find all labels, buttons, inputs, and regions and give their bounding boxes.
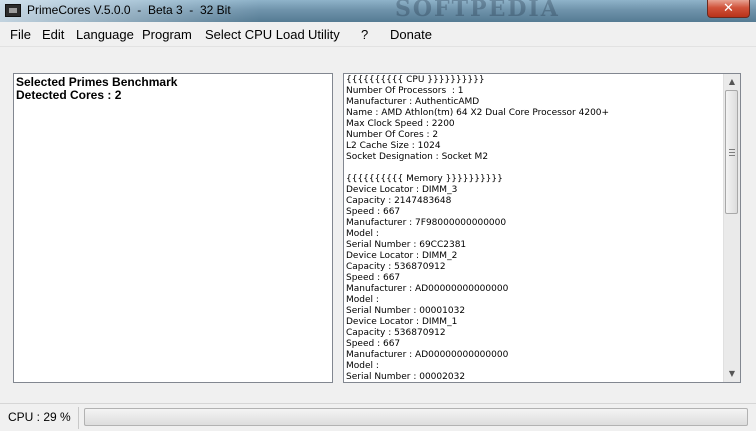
log-line: Speed : 667 <box>346 339 401 349</box>
scroll-down-arrow-icon[interactable]: ▼ <box>724 366 740 382</box>
benchmark-info-panel[interactable]: Selected Primes Benchmark Detected Cores… <box>13 73 333 383</box>
status-bar: CPU : 29 % <box>0 403 756 431</box>
log-line: Number Of Cores : 2 <box>346 130 439 140</box>
log-line: Device Locator : DIMM_3 <box>346 185 458 195</box>
log-line: Model : <box>346 361 379 371</box>
cpu-progress-bar <box>84 408 748 426</box>
log-line: Serial Number : 00002032 <box>346 372 466 382</box>
log-line: Device Locator : DIMM_2 <box>346 251 458 261</box>
scroll-up-arrow-icon[interactable]: ▲ <box>724 74 740 90</box>
menu-utility[interactable]: Utility <box>308 27 340 42</box>
log-line: Number Of Processors : 1 <box>346 86 464 96</box>
close-button[interactable]: ✕ <box>707 0 750 18</box>
log-line: Capacity : 2147483648 <box>346 196 452 206</box>
system-info-text: {{{{{{{{{{ CPU }}}}}}}}}} Number Of Proc… <box>346 75 724 382</box>
window-title: PrimeCores V.5.0.0 - Beta 3 - 32 Bit <box>27 3 231 17</box>
log-line: L2 Cache Size : 1024 <box>346 141 441 151</box>
log-line: Speed : 667 <box>346 273 401 283</box>
log-line: Serial Number : 69CC2381 <box>346 240 467 250</box>
log-line: Max Clock Speed : 2200 <box>346 119 455 129</box>
menu-help[interactable]: ? <box>361 27 368 42</box>
menu-program[interactable]: Program <box>142 27 192 42</box>
log-line: {{{{{{{{{{ CPU }}}}}}}}}} <box>346 75 485 85</box>
status-divider <box>78 407 79 429</box>
menu-select-cpu-load[interactable]: Select CPU Load <box>205 27 305 42</box>
menu-language[interactable]: Language <box>76 27 134 42</box>
grip-line <box>729 155 735 156</box>
log-line: Capacity : 536870912 <box>346 328 446 338</box>
menu-file[interactable]: File <box>10 27 31 42</box>
log-line: Model : <box>346 229 379 239</box>
grip-line <box>729 149 735 150</box>
log-line: Model : <box>346 295 379 305</box>
watermark: SOFTPEDIA <box>395 0 560 22</box>
detected-cores-label: Detected Cores : 2 <box>16 88 122 102</box>
log-line: Manufacturer : AuthenticAMD <box>346 97 480 107</box>
log-line: Capacity : 536870912 <box>346 262 446 272</box>
log-line: Serial Number : 00001032 <box>346 306 466 316</box>
log-line: Name : AMD Athlon(tm) 64 X2 Dual Core Pr… <box>346 108 610 118</box>
system-info-panel[interactable]: {{{{{{{{{{ CPU }}}}}}}}}} Number Of Proc… <box>343 73 741 383</box>
log-line: Manufacturer : AD00000000000000 <box>346 284 509 294</box>
grip-line <box>729 152 735 153</box>
log-line: Manufacturer : AD00000000000000 <box>346 350 509 360</box>
app-icon[interactable] <box>5 4 21 17</box>
menu-edit[interactable]: Edit <box>42 27 64 42</box>
log-line: Manufacturer : 7F98000000000000 <box>346 218 507 228</box>
log-line: Speed : 667 <box>346 207 401 217</box>
scrollbar-thumb[interactable] <box>725 90 738 214</box>
menu-donate[interactable]: Donate <box>390 27 432 42</box>
menu-bar: File Edit Language Program Select CPU Lo… <box>0 22 756 47</box>
title-bar[interactable]: SOFTPEDIA PrimeCores V.5.0.0 - Beta 3 - … <box>0 0 756 22</box>
log-line: Socket Designation : Socket M2 <box>346 152 489 162</box>
log-line: Device Locator : DIMM_1 <box>346 317 458 327</box>
cpu-usage-label: CPU : 29 % <box>8 410 71 424</box>
log-line: {{{{{{{{{{ Memory }}}}}}}}}} <box>346 174 503 184</box>
vertical-scrollbar[interactable]: ▲ ▼ <box>723 74 740 382</box>
